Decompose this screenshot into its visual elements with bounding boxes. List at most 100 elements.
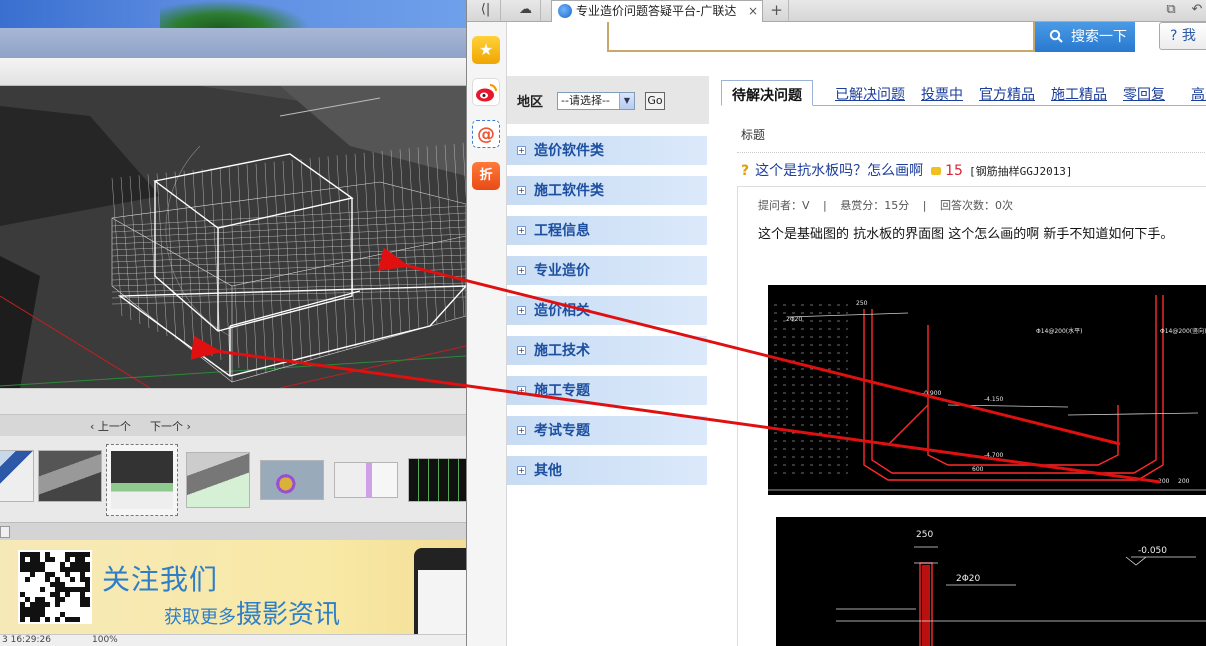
thumbnail-selected[interactable] [106, 444, 178, 516]
new-tab-button[interactable]: + [765, 0, 789, 21]
site-search-bar: 搜索一下 ? 我 [507, 22, 1206, 56]
promo-banner[interactable]: 关注我们 获取更多摄影资讯 [0, 540, 466, 644]
question-score: 15 [945, 163, 963, 179]
cad-label: 200 [1158, 478, 1170, 485]
tab-5[interactable]: 零回复 [1123, 84, 1165, 104]
expand-plus-icon: + [517, 186, 526, 195]
close-tab-icon[interactable]: × [748, 1, 758, 21]
category-item[interactable]: + 施工软件类 [507, 176, 707, 206]
question-title-link[interactable]: 这个是抗水板吗？怎么画啊 [755, 163, 923, 179]
question-tag[interactable]: [钢筋抽样GGJ2013] [969, 165, 1073, 178]
category-label: 造价软件类 [534, 143, 604, 159]
search-button[interactable]: 搜索一下 [1035, 22, 1135, 52]
viewer-status-bar [0, 388, 466, 414]
tab-6[interactable]: 高悬 [1191, 84, 1206, 104]
search-input[interactable] [607, 22, 1035, 52]
tab-4[interactable]: 施工精品 [1051, 84, 1107, 104]
region-select-value: --请选择-- [561, 94, 610, 107]
cad-label: 600 [972, 466, 984, 473]
site-favicon-icon [558, 4, 572, 18]
tab-0[interactable]: 待解决问题 [721, 80, 813, 106]
undo-close-icon[interactable]: ↶ [1183, 0, 1206, 21]
cad-section-drawing-1: 250 2Φ20 Φ14@200(水平) Φ14@200(竖向) -4.150 -4.70… [768, 295, 1206, 491]
image-viewer-window: ‹ 上一个 下一个 › 关注我们 获取更多摄影资讯 3 16:29:26 100… [0, 0, 466, 646]
category-item[interactable]: + 造价软件类 [507, 136, 707, 166]
question-tabs: 待解决问题 已解决问题投票中官方精品施工精品零回复 高悬 [721, 78, 1206, 106]
expand-plus-icon: + [517, 346, 526, 355]
viewer-navigation-row: ‹ 上一个 下一个 › [0, 414, 466, 436]
cad-label: 250 [856, 300, 868, 307]
browser-tab-active[interactable]: 专业造价问题答疑平台-广联达 × [551, 0, 763, 22]
expand-plus-icon: + [517, 466, 526, 475]
prev-image-button[interactable]: ‹ 上一个 [90, 418, 131, 434]
tab-2[interactable]: 投票中 [921, 84, 963, 104]
viewer-titlebar [0, 28, 466, 58]
meta-asker[interactable]: 提问者：V [758, 199, 810, 212]
category-item[interactable]: + 施工技术 [507, 336, 707, 366]
cloud-icon[interactable]: ☁ [511, 0, 541, 21]
category-item[interactable]: + 施工专题 [507, 376, 707, 406]
tab-title: 专业造价问题答疑平台-广联达 [576, 4, 737, 18]
question-meta: 提问者：V | 悬赏分：15分 | 回答次数：0次 [758, 197, 1023, 213]
thumbnail[interactable] [38, 450, 102, 502]
meta-separator: | [922, 199, 927, 212]
star-icon[interactable]: ★ [472, 36, 500, 64]
coin-icon [931, 167, 942, 175]
restore-tabs-icon[interactable]: ⧉ [1157, 0, 1185, 21]
thumbnail-scrollbar[interactable] [0, 522, 466, 540]
cad-section-drawing-2: 250 2Φ20 -0.050 [836, 530, 1206, 646]
region-select[interactable]: --请选择-- ▼ [557, 92, 635, 110]
browser-sidebar: ★ @ 折 [467, 22, 507, 646]
cad-drawing-image-2[interactable]: 250 2Φ20 -0.050 [776, 517, 1206, 646]
thumbnail[interactable] [408, 458, 466, 502]
category-item[interactable]: + 考试专题 [507, 416, 707, 446]
ask-question-label: 我 [1181, 28, 1196, 44]
cad-label: -4.150 [984, 396, 1004, 403]
weibo-icon[interactable] [472, 78, 500, 106]
scrollbar-thumb[interactable] [0, 526, 10, 538]
search-icon [1049, 29, 1063, 43]
expand-plus-icon: + [517, 426, 526, 435]
expand-plus-icon: + [517, 386, 526, 395]
expand-plus-icon: + [517, 266, 526, 275]
category-item[interactable]: + 专业造价 [507, 256, 707, 286]
category-item[interactable]: + 造价相关 [507, 296, 707, 326]
cad-label: 250 [916, 530, 933, 540]
sidebar-toggle-icon[interactable]: ⟨| [471, 0, 501, 21]
footer-zoom: 100% [92, 635, 118, 645]
category-label: 专业造价 [534, 263, 590, 279]
cad-label: -0.050 [1138, 546, 1167, 556]
next-label: 下一个 [150, 420, 183, 433]
thumbnail[interactable] [260, 460, 324, 500]
category-label: 工程信息 [534, 223, 590, 239]
cad-label: 2Φ20 [786, 316, 802, 323]
mail-icon[interactable]: @ [472, 120, 500, 148]
thumbnail[interactable] [0, 450, 34, 502]
ask-question-button[interactable]: ? 我 [1159, 22, 1206, 50]
category-label: 其他 [534, 463, 562, 479]
category-item[interactable]: + 其他 [507, 456, 707, 486]
thumbnail-strip [0, 436, 466, 522]
divider [737, 152, 1206, 153]
prev-label: 上一个 [97, 420, 131, 433]
cad-label: 2Φ20 [956, 574, 981, 584]
tab-1[interactable]: 已解决问题 [835, 84, 905, 104]
thumbnail[interactable] [334, 462, 398, 498]
go-button[interactable]: Go [645, 92, 665, 110]
tab-3[interactable]: 官方精品 [979, 84, 1035, 104]
question-content: 待解决问题 已解决问题投票中官方精品施工精品零回复 高悬 标题 ? 这个是抗水板吗？怎… [721, 76, 1206, 646]
question-mark-icon: ? [741, 163, 750, 179]
discount-icon[interactable]: 折 [472, 162, 500, 190]
category-item[interactable]: + 工程信息 [507, 216, 707, 246]
question-row[interactable]: ? 这个是抗水板吗？怎么画啊 15 [钢筋抽样GGJ2013] [741, 160, 1073, 180]
cad-label: -0.900 [922, 390, 942, 397]
expand-plus-icon: + [517, 306, 526, 315]
viewer-toolbar [0, 58, 466, 86]
qr-code-image [18, 550, 92, 624]
category-label: 施工技术 [534, 343, 590, 359]
thumbnail[interactable] [186, 452, 250, 508]
banner-sub-small: 获取更多 [164, 607, 236, 628]
cad-drawing-image-1[interactable]: 250 2Φ20 Φ14@200(水平) Φ14@200(竖向) -4.150 -4.70… [768, 285, 1206, 495]
banner-sub-big: 摄影资讯 [236, 600, 341, 630]
next-image-button[interactable]: 下一个 › [150, 418, 191, 434]
